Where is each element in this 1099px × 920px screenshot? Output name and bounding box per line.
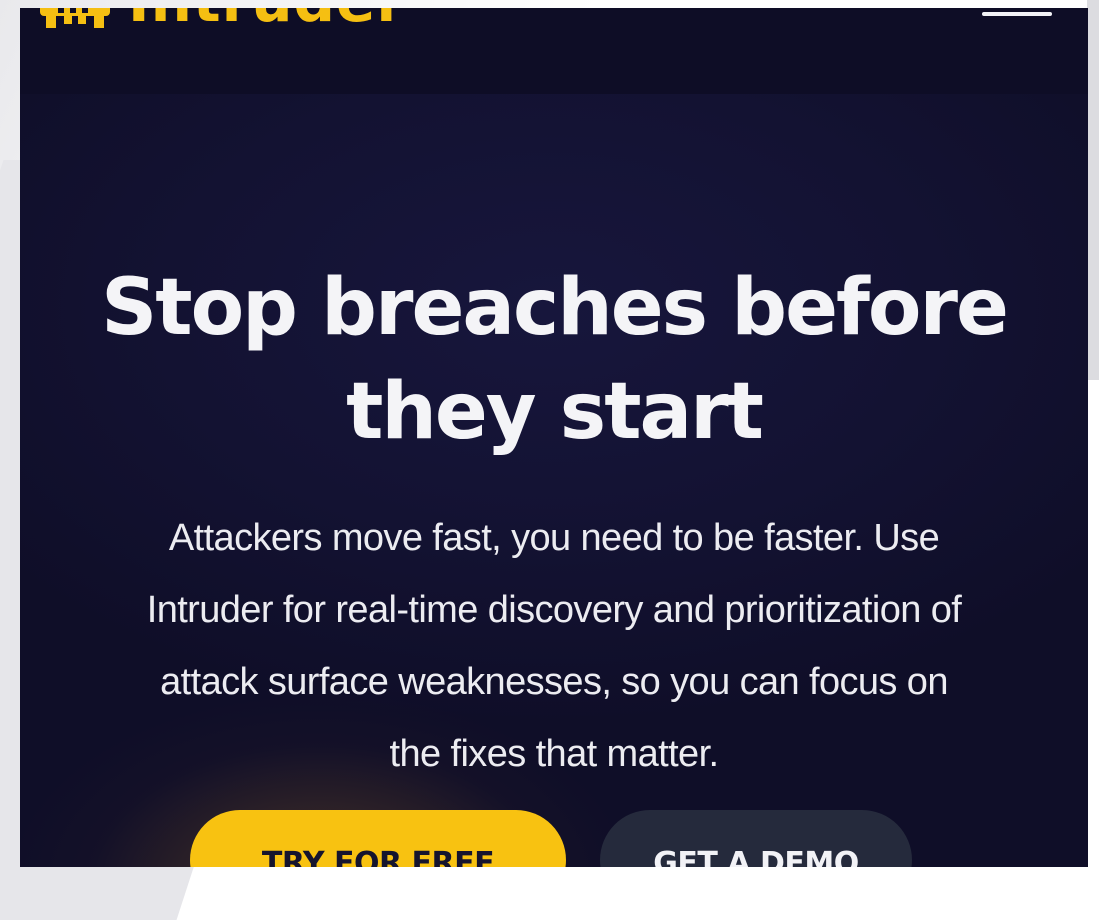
brand-logo[interactable]: Intruder xyxy=(40,8,406,30)
hero-subtitle-line: Intruder for real-time discovery and pri… xyxy=(146,589,962,631)
try-for-free-label: TRY FOR FREE xyxy=(261,846,495,867)
hero-subtitle-line: the fixes that matter. xyxy=(389,733,720,775)
try-for-free-button[interactable]: TRY FOR FREE xyxy=(190,810,566,867)
hero-title-line-1: Stop breaches before xyxy=(101,263,1009,353)
hero-title-line-2: they start xyxy=(346,367,764,457)
get-a-demo-label: GET A DEMO xyxy=(653,846,859,867)
site-header: Intruder xyxy=(20,8,1088,94)
website-hero-section: Intruder Stop breaches before they start… xyxy=(20,8,1088,867)
brand-name: Intruder xyxy=(128,8,406,30)
hero-subtitle-line: Attackers move fast, you need to be fast… xyxy=(168,517,940,559)
get-a-demo-button[interactable]: GET A DEMO xyxy=(600,810,912,867)
hero-title: Stop breaches before they start xyxy=(20,256,1088,464)
hamburger-menu-icon[interactable] xyxy=(982,8,1052,20)
hero-subtitle-line: attack surface weaknesses, so you can fo… xyxy=(160,661,948,703)
menu-bar xyxy=(982,12,1052,16)
hero-subtitle: Attackers move fast, you need to be fast… xyxy=(40,502,1068,790)
intruder-logo-icon xyxy=(40,8,110,28)
